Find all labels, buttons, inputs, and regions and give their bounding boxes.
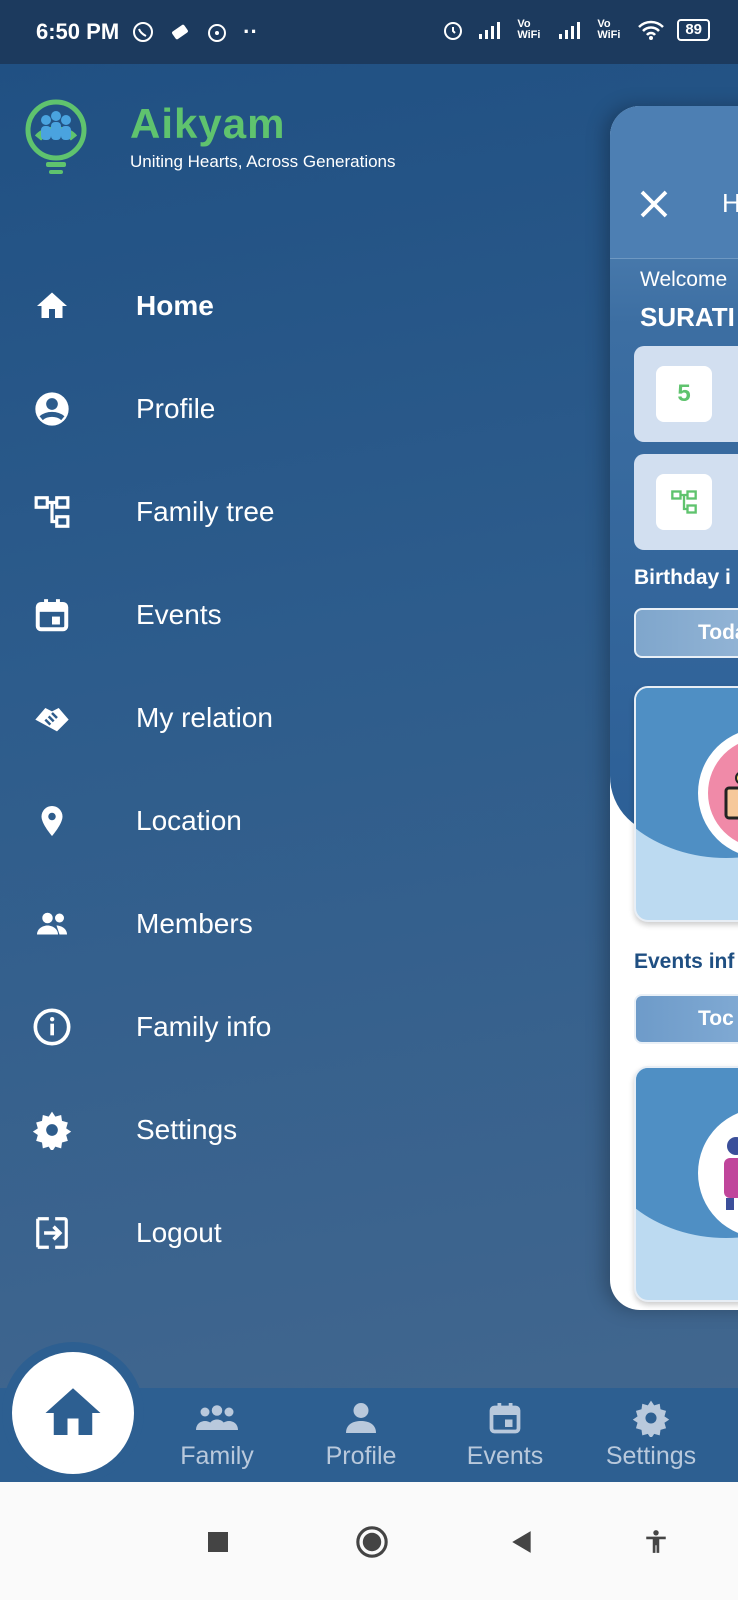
events-section-title: Events inf (634, 950, 735, 973)
person-icon (346, 1403, 376, 1433)
info-icon (32, 1007, 72, 1047)
drawer-item-label: Members (136, 907, 253, 939)
drawer-item-family-tree[interactable]: Family tree (0, 460, 580, 563)
panel-title: H (722, 188, 738, 218)
vowifi-label-1: Vo WiFi (517, 18, 541, 41)
app-name: Aikyam (130, 100, 286, 147)
wifi-icon (638, 20, 665, 40)
drawer-menu: Home Profile Family tree Events My relat… (0, 254, 580, 1284)
home-icon (45, 1388, 101, 1435)
music-icon (208, 24, 227, 42)
square-icon (208, 1532, 228, 1552)
bottom-nav-label: Events (466, 1442, 544, 1470)
back-triangle-icon (512, 1531, 531, 1553)
accessibility-button[interactable] (636, 1522, 676, 1562)
tree-icon (671, 490, 697, 514)
home-fab-button[interactable] (12, 1352, 134, 1474)
birthday-cake-icon (724, 772, 738, 820)
close-drawer-button[interactable] (636, 186, 672, 222)
system-navigation-bar (0, 1482, 738, 1600)
home-icon (32, 286, 72, 326)
drawer-item-members[interactable]: Members (0, 872, 580, 975)
drawer-header: Aikyam Uniting Hearts, Across Generation… (24, 98, 396, 178)
drawer-item-label: Settings (136, 1113, 238, 1145)
drawer-item-logout[interactable]: Logout (0, 1181, 580, 1284)
back-button[interactable] (502, 1522, 542, 1562)
app-notification-icon (172, 24, 189, 40)
vowifi-label-2: Vo WiFi (597, 18, 621, 41)
drawer-item-my-relation[interactable]: My relation (0, 666, 580, 769)
location-pin-icon (32, 801, 72, 841)
panel-app-bar (610, 106, 738, 259)
drawer-item-profile[interactable]: Profile (0, 357, 580, 460)
members-count-card[interactable]: 5 M (634, 346, 738, 442)
gear-icon (632, 1400, 670, 1437)
recents-button[interactable] (198, 1522, 238, 1562)
drawer-item-label: Family info (136, 1010, 272, 1042)
bottom-nav-profile[interactable]: Profile (296, 1398, 426, 1471)
handshake-icon (32, 698, 72, 738)
family-tree-card[interactable] (634, 454, 738, 550)
logout-icon (32, 1213, 72, 1253)
people-icon (32, 904, 72, 944)
welcome-text: Welcome (640, 268, 728, 291)
bottom-nav-label: Profile (325, 1442, 397, 1470)
home-system-button[interactable] (352, 1522, 392, 1562)
event-people-icon (724, 1137, 738, 1210)
event-card[interactable] (634, 1066, 738, 1302)
drawer-item-label: Logout (136, 1216, 222, 1248)
accessibility-icon (646, 1530, 666, 1553)
drawer-item-label: My relation (136, 701, 273, 733)
drawer-item-family-info[interactable]: Family info (0, 975, 580, 1078)
bottom-nav-settings[interactable]: Settings (586, 1398, 716, 1471)
more-notifications-icon: ·· (243, 19, 258, 44)
calendar-icon (489, 1403, 521, 1434)
aikyam-logo-icon (25, 99, 87, 174)
family-icon (196, 1405, 238, 1430)
bottom-nav-family[interactable]: Family (152, 1398, 282, 1471)
whatsapp-icon (133, 22, 154, 42)
alarm-icon (444, 22, 463, 40)
signal-icon-2 (559, 22, 581, 39)
birthday-today-tab[interactable]: Toda (634, 608, 738, 658)
birthday-section-title: Birthday i (634, 566, 731, 589)
drawer-item-settings[interactable]: Settings (0, 1078, 580, 1181)
family-tree-card-icon-box (656, 474, 712, 530)
tree-icon (32, 492, 72, 532)
bottom-nav-events[interactable]: Events (440, 1398, 570, 1471)
close-icon (640, 190, 668, 218)
gear-icon (32, 1110, 72, 1150)
drawer-item-location[interactable]: Location (0, 769, 580, 872)
bottom-nav-label: Settings (605, 1442, 697, 1470)
birthday-card[interactable] (634, 686, 738, 922)
battery-indicator: 89 (677, 19, 710, 41)
user-name: SURATI (640, 302, 735, 332)
app-tagline: Uniting Hearts, Across Generations (130, 152, 396, 171)
drawer-item-label: Home (136, 289, 214, 321)
status-time: 6:50 PM (36, 19, 120, 44)
status-bar: 6:50 PM ·· Vo WiFi Vo WiFi 89 (0, 0, 738, 64)
drawer-item-home[interactable]: Home (0, 254, 580, 357)
events-today-tab[interactable]: Toc (634, 994, 738, 1044)
account-circle-icon (32, 389, 72, 429)
main-content-panel[interactable]: H Welcome SURATI 5 M Birthday i Toda Eve… (610, 106, 738, 1310)
drawer-item-label: Profile (136, 392, 216, 424)
drawer-item-events[interactable]: Events (0, 563, 580, 666)
circle-icon (356, 1526, 388, 1558)
drawer-item-label: Family tree (136, 495, 275, 527)
members-count: 5 (656, 366, 712, 422)
drawer-item-label: Events (136, 598, 222, 630)
signal-icon (479, 22, 501, 39)
calendar-icon (32, 595, 72, 635)
drawer-item-label: Location (136, 804, 242, 836)
bottom-nav-label: Family (180, 1442, 254, 1470)
